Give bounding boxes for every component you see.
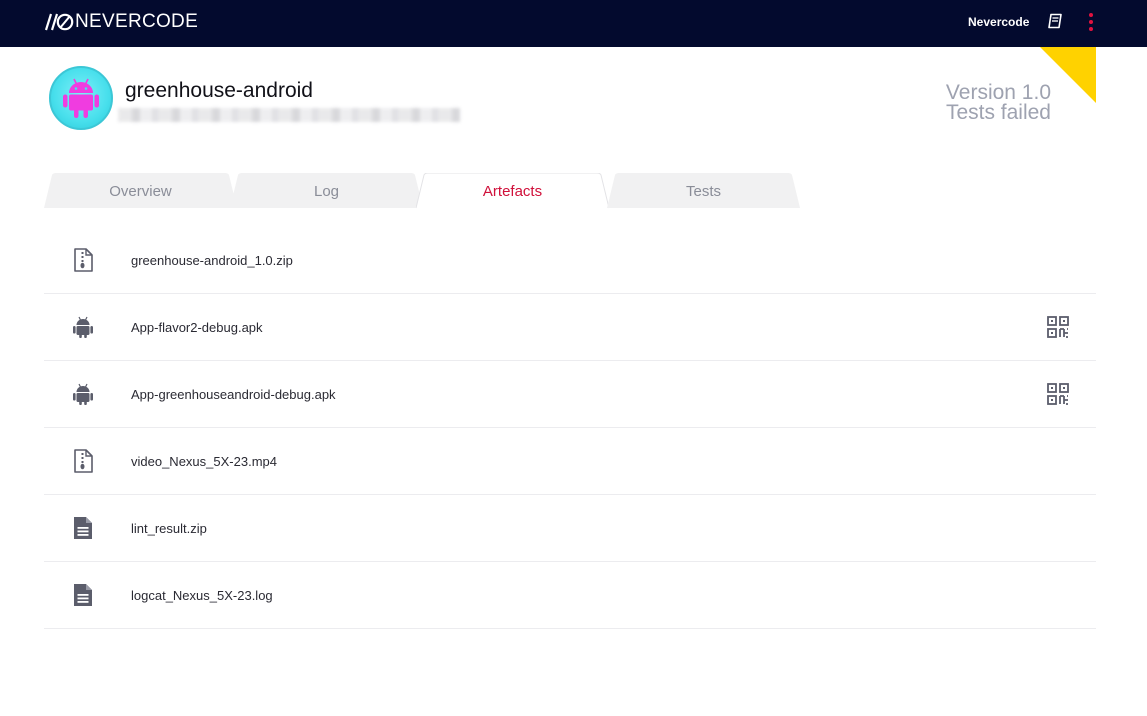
zip-file-icon — [74, 248, 93, 272]
artefact-name[interactable]: App-flavor2-debug.apk — [131, 320, 263, 335]
tab-artefacts[interactable]: Artefacts — [416, 173, 609, 209]
tab-label: Overview — [109, 183, 172, 200]
list-item[interactable]: lint_result.zip — [44, 495, 1096, 562]
zip-file-icon — [74, 449, 93, 473]
artefact-name[interactable]: greenhouse-android_1.0.zip — [131, 253, 293, 268]
qr-code-icon[interactable] — [1047, 383, 1069, 405]
tab-label: Log — [313, 183, 340, 200]
tab-tests[interactable]: Tests — [607, 173, 800, 208]
logo-mark-icon — [44, 13, 74, 31]
more-vertical-icon[interactable] — [1085, 12, 1097, 32]
android-icon — [73, 316, 93, 338]
book-icon[interactable] — [1047, 13, 1063, 29]
list-item[interactable]: greenhouse-android_1.0.zip — [44, 227, 1096, 294]
build-version: Version 1.0 — [945, 81, 1051, 104]
tab-label: Artefacts — [482, 183, 543, 200]
project-avatar — [49, 66, 113, 130]
nevercode-logo[interactable]: NEVERCODE — [44, 11, 198, 33]
tab-overview[interactable]: Overview — [44, 173, 237, 208]
artefacts-list: greenhouse-android_1.0.zip App-flavor2-d… — [44, 227, 1096, 629]
logo-text: NEVERCODE — [75, 11, 199, 32]
qr-code-icon[interactable] — [1047, 316, 1069, 338]
artefact-name[interactable]: video_Nexus_5X-23.mp4 — [131, 454, 277, 469]
build-tabs: Overview Log Artefacts Tests — [44, 173, 1096, 209]
redacted-repository-url — [118, 108, 460, 122]
list-item[interactable]: App-greenhouseandroid-debug.apk — [44, 361, 1096, 428]
project-title: greenhouse-android — [125, 79, 313, 102]
artefact-name[interactable]: lint_result.zip — [131, 521, 207, 536]
tab-label: Tests — [685, 183, 721, 200]
user-menu-link[interactable]: Nevercode — [968, 15, 1029, 29]
tab-log[interactable]: Log — [230, 173, 423, 208]
document-icon — [74, 517, 92, 539]
artefact-name[interactable]: App-greenhouseandroid-debug.apk — [131, 387, 336, 402]
android-icon — [63, 78, 99, 118]
top-bar: NEVERCODE Nevercode — [0, 0, 1147, 47]
list-item[interactable]: logcat_Nexus_5X-23.log — [44, 562, 1096, 629]
build-status: Tests failed — [945, 101, 1051, 124]
document-icon — [74, 584, 92, 606]
android-icon — [73, 383, 93, 405]
list-item[interactable]: video_Nexus_5X-23.mp4 — [44, 428, 1096, 495]
list-item[interactable]: App-flavor2-debug.apk — [44, 294, 1096, 361]
artefact-name[interactable]: logcat_Nexus_5X-23.log — [131, 588, 273, 603]
